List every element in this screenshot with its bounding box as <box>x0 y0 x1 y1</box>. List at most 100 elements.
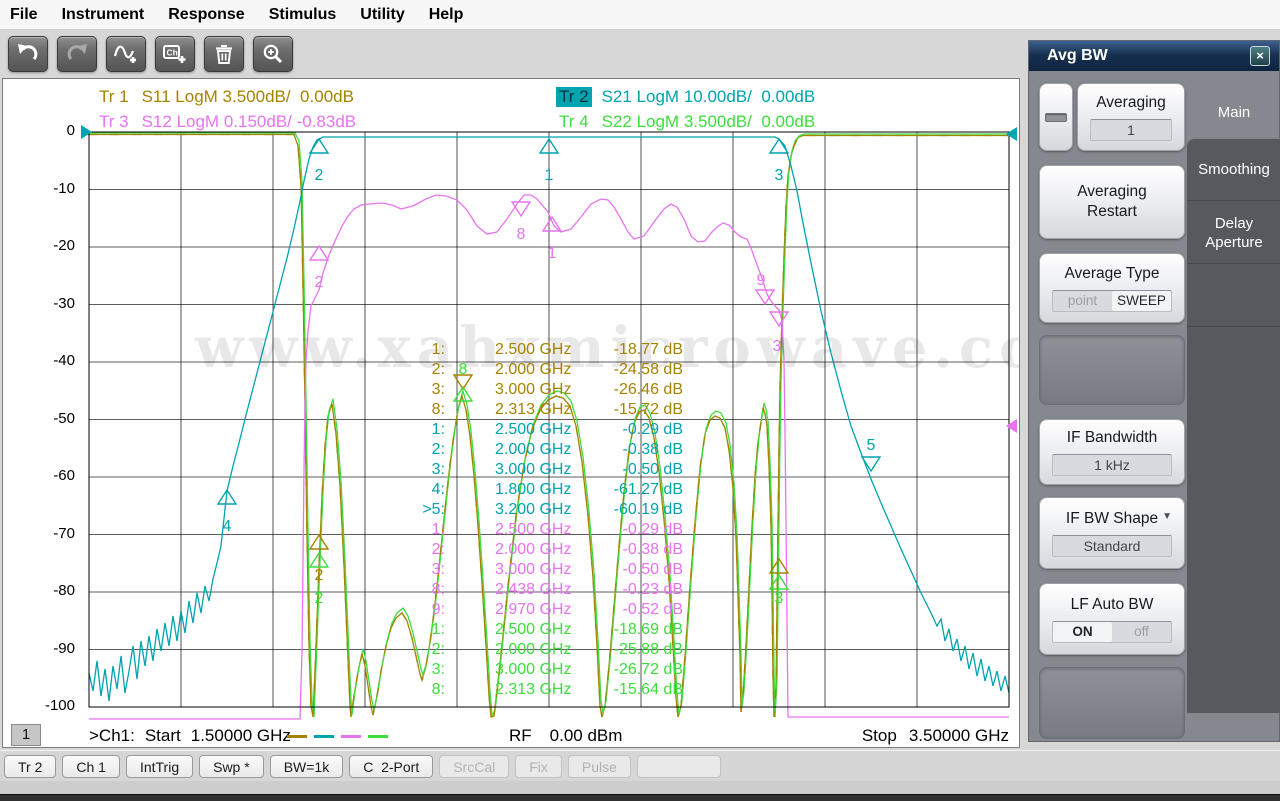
trace-id[interactable]: Tr 1 <box>96 87 132 107</box>
marker-value: -25.88 dB <box>613 641 683 658</box>
y-axis-label: -10 <box>53 179 75 197</box>
statusbar-srccal[interactable]: SrcCal <box>439 755 510 778</box>
tab-empty <box>1187 265 1280 327</box>
average-type-option-point[interactable]: point <box>1053 291 1112 311</box>
marker-number: 2: <box>431 441 445 458</box>
add-trace-button[interactable] <box>106 36 146 72</box>
trace-format: S21 LogM 10.00dB/ 0.00dB <box>601 87 816 106</box>
y-axis-label: -40 <box>53 352 75 369</box>
y-axis-label: -60 <box>53 467 75 484</box>
menu-instrument[interactable]: Instrument <box>62 6 145 24</box>
marker-number: 3: <box>431 381 445 398</box>
marker-value: -0.29 dB <box>622 421 683 438</box>
redo-button[interactable] <box>57 36 97 72</box>
marker-number: 1: <box>431 521 445 538</box>
legend-tr2[interactable]: Tr 2 S21 LogM 10.00dB/ 0.00dB <box>556 87 815 107</box>
average-type-option-sweep[interactable]: SWEEP <box>1112 290 1171 311</box>
marker-number: 4: <box>431 481 445 498</box>
marker-value: -18.77 dB <box>613 341 683 358</box>
lf-auto-bw-toggle[interactable]: ON off <box>1052 620 1172 643</box>
start-value[interactable]: 1.50000 GHz <box>191 724 291 747</box>
close-icon[interactable]: × <box>1250 46 1270 66</box>
tab-main[interactable]: Main <box>1187 85 1280 139</box>
menu-help[interactable]: Help <box>429 6 464 24</box>
statusbar-empty[interactable] <box>636 755 721 778</box>
lf-auto-bw-button[interactable]: LF Auto BW ON off <box>1039 583 1185 655</box>
panel-title: Avg BW <box>1029 41 1279 71</box>
marker-frequency: 2.500 GHz <box>495 421 572 438</box>
add-channel-icon: Ch <box>163 45 186 63</box>
statusbar-fix[interactable]: Fix <box>515 755 562 778</box>
zoom-in-button[interactable] <box>253 36 293 72</box>
trace-id[interactable]: Tr 4 <box>556 112 592 132</box>
y-axis-label: -90 <box>53 639 75 657</box>
trash-icon <box>216 45 232 64</box>
marker-number: 1: <box>431 341 445 358</box>
statusbar-inttrig[interactable]: IntTrig <box>125 755 194 778</box>
lf-auto-bw-option-off[interactable]: off <box>1112 622 1171 642</box>
add-trace-icon <box>113 45 136 63</box>
marker-row: 1: 2.500 GHz -18.77 dB <box>411 340 683 360</box>
statusbar-c-2-port[interactable]: C 2-Port <box>349 755 434 778</box>
disabled-button-2 <box>1039 667 1185 739</box>
rf-value[interactable]: 0.00 dBm <box>550 724 623 747</box>
delete-button[interactable] <box>204 36 244 72</box>
averaging-button[interactable]: Averaging 1 <box>1077 83 1185 151</box>
marker-frequency: 2.000 GHz <box>495 441 572 458</box>
stop-value[interactable]: 3.50000 GHz <box>909 724 1009 747</box>
averaging-restart-label: Averaging Restart <box>1077 183 1147 220</box>
if-bw-shape-label: IF BW Shape <box>1065 509 1159 527</box>
menu-file[interactable]: File <box>10 6 38 24</box>
averaging-restart-button[interactable]: Averaging Restart <box>1039 165 1185 239</box>
tab-delay-aperture[interactable]: Delay Aperture <box>1187 202 1280 264</box>
marker-value: -26.46 dB <box>613 381 683 398</box>
statusbar-tr-2[interactable]: Tr 2 <box>4 755 57 778</box>
average-type-toggle[interactable]: point SWEEP <box>1052 289 1172 312</box>
menubar: File Instrument Response Stimulus Utility Hel… <box>0 0 1280 30</box>
chevron-down-icon: ▼ <box>1162 511 1172 522</box>
y-axis-label: -20 <box>53 237 75 254</box>
tab-smoothing[interactable]: Smoothing <box>1187 139 1280 201</box>
trace-id[interactable]: Tr 3 <box>96 112 132 132</box>
marker-number: 1: <box>431 621 445 638</box>
marker-row: 2: 2.000 GHz -25.88 dB <box>411 640 683 660</box>
channel-start-readout: >Ch1: Start 1.50000 GHz <box>89 724 291 747</box>
trace-color-dash <box>368 735 388 738</box>
menu-response[interactable]: Response <box>168 6 244 24</box>
averaging-value[interactable]: 1 <box>1090 118 1172 141</box>
undo-button[interactable] <box>8 36 48 72</box>
if-bw-shape-value[interactable]: Standard <box>1052 534 1172 557</box>
marker-row: 1: 2.500 GHz -18.69 dB <box>411 620 683 640</box>
marker-frequency: 3.000 GHz <box>495 381 572 398</box>
add-channel-button[interactable]: Ch <box>155 36 195 72</box>
if-bandwidth-value[interactable]: 1 kHz <box>1052 453 1172 476</box>
svg-text:Ch: Ch <box>167 48 178 58</box>
lf-auto-bw-option-on[interactable]: ON <box>1053 621 1112 642</box>
legend-tr3[interactable]: Tr 3 S12 LogM 0.150dB/ -0.83dB <box>96 112 356 132</box>
bottom-strip <box>0 781 1280 794</box>
menu-utility[interactable]: Utility <box>360 6 404 24</box>
y-axis-label: -70 <box>53 524 75 542</box>
marker-number: 3: <box>431 461 445 478</box>
trace-color-dash <box>287 735 307 738</box>
if-bw-shape-button[interactable]: IF BW Shape ▼ Standard <box>1039 497 1185 569</box>
menu-stimulus[interactable]: Stimulus <box>269 6 337 24</box>
statusbar-bw-1k[interactable]: BW=1k <box>269 755 344 778</box>
channel-number-button[interactable]: 1 <box>11 724 41 746</box>
averaging-toggle-button[interactable] <box>1039 83 1073 151</box>
statusbar-ch-1[interactable]: Ch 1 <box>62 755 120 778</box>
statusbar-swp-[interactable]: Swp * <box>199 755 264 778</box>
y-axis-label: -30 <box>53 294 75 312</box>
trace-id[interactable]: Tr 2 <box>556 87 592 107</box>
marker-value: -0.23 dB <box>622 581 683 598</box>
statusbar-pulse[interactable]: Pulse <box>567 755 631 778</box>
marker-frequency: 2.313 GHz <box>495 681 572 698</box>
marker-row: 4: 1.800 GHz -61.27 dB <box>411 480 683 500</box>
marker-row: 8: 2.313 GHz -15.72 dB <box>411 400 683 420</box>
rf-label: RF <box>509 726 532 745</box>
average-type-button[interactable]: Average Type point SWEEP <box>1039 253 1185 323</box>
marker-frequency: 2.000 GHz <box>495 541 572 558</box>
if-bandwidth-button[interactable]: IF Bandwidth 1 kHz <box>1039 419 1185 485</box>
legend-tr4[interactable]: Tr 4 S22 LogM 3.500dB/ 0.00dB <box>556 112 815 132</box>
legend-tr1[interactable]: Tr 1 S11 LogM 3.500dB/ 0.00dB <box>96 87 354 107</box>
